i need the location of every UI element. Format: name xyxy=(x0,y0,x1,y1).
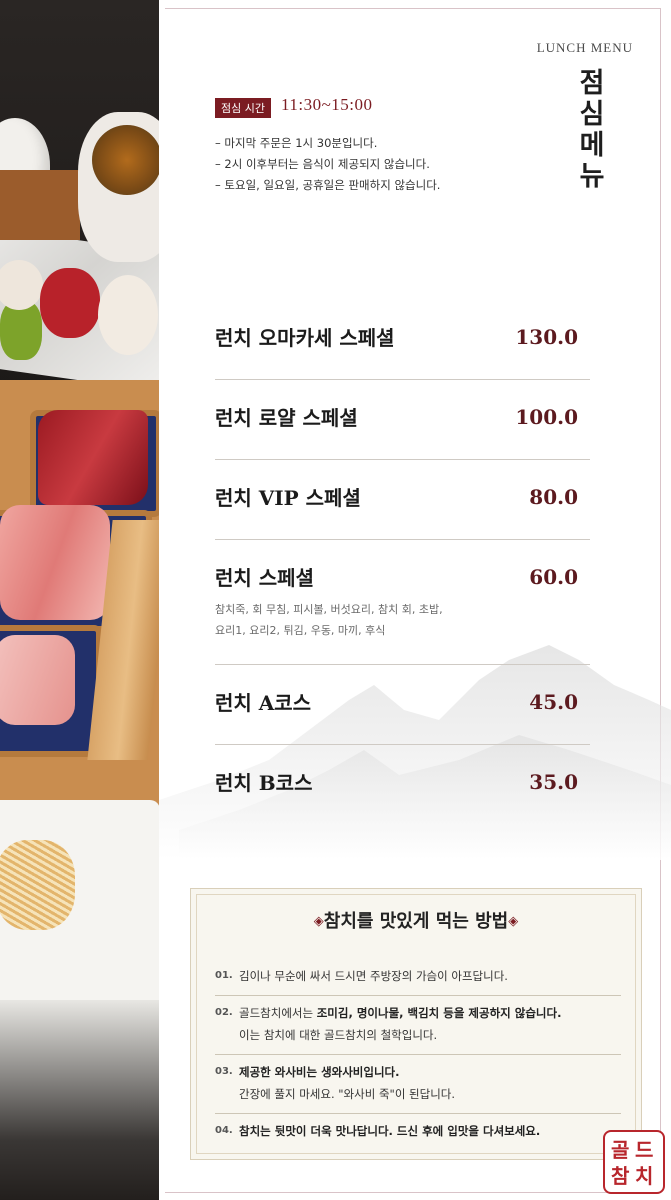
soup xyxy=(92,125,159,195)
menu-panel: LUNCH MENU 점 심 메 뉴 점심 시간 11:30~15:00 – 마… xyxy=(159,0,671,1200)
menu-item-price: 130.0 xyxy=(515,324,578,349)
tuna-sushi xyxy=(40,268,100,338)
menu-item[interactable]: 런치 오마카세 스페셜 130.0 xyxy=(215,303,590,380)
menu-item-price: 80.0 xyxy=(529,484,578,509)
lunch-notes: – 마지막 주문은 1시 30분입니다. – 2시 이후부터는 음식이 제공되지… xyxy=(215,133,440,196)
sushi-piece xyxy=(98,275,158,355)
description-line: 참치죽, 회 무침, 피시볼, 버섯요리, 참치 회, 초밥, xyxy=(215,603,443,616)
tip-item: 04. 참치는 뒷맛이 더욱 맛나답니다. 드신 후에 입맛을 다셔보세요. xyxy=(215,1114,621,1150)
menu-item[interactable]: 런치 로얄 스페셜 100.0 xyxy=(215,380,590,460)
menu-item[interactable]: 런치 B코스 35.0 xyxy=(215,745,590,824)
menu-item[interactable]: 런치 VIP 스페셜 80.0 xyxy=(215,460,590,540)
lunch-time: 11:30~15:00 xyxy=(281,95,373,114)
radish-garnish xyxy=(0,840,75,930)
tips-list: 01. 김이나 무순에 싸서 드시면 주방장의 가슴이 아프답니다. 02. 골… xyxy=(215,959,621,1150)
title-char: 뉴 xyxy=(579,161,605,192)
tips-title: ◈참치를 맛있게 먹는 방법◈ xyxy=(191,907,641,933)
menu-list: 런치 오마카세 스페셜 130.0 런치 로얄 스페셜 100.0 런치 VIP… xyxy=(215,303,590,824)
gold-tuna-logo-stamp: 골 드 참 치 xyxy=(603,1130,665,1194)
tip-number: 02. xyxy=(215,1007,233,1018)
tip-text: 김이나 무순에 싸서 드시면 주방장의 가슴이 아프답니다. xyxy=(239,969,508,983)
tip-item: 02. 골드참치에서는 조미김, 명이나물, 백김치 등을 제공하지 않습니다.… xyxy=(215,996,621,1055)
menu-item-name: 런치 B코스 xyxy=(215,771,313,795)
description-line: 요리1, 요리2, 튀김, 우동, 마끼, 후식 xyxy=(215,624,386,637)
tuna-slices xyxy=(0,635,75,725)
note-line: – 2시 이후부터는 음식이 제공되지 않습니다. xyxy=(215,157,430,171)
red-tuna-slices xyxy=(38,410,148,505)
eating-tips-box: ◈참치를 맛있게 먹는 방법◈ 01. 김이나 무순에 싸서 드시면 주방장의 … xyxy=(190,888,642,1160)
note-line: – 토요일, 일요일, 공휴일은 판매하지 않습니다. xyxy=(215,178,441,192)
menu-item-name: 런치 오마카세 스페셜 xyxy=(215,326,395,350)
stamp-char: 참 xyxy=(611,1164,630,1188)
tip-emphasis: 조미김, 명이나물, 백김치 등을 제공하지 않습니다. xyxy=(316,1006,562,1020)
tip-number: 03. xyxy=(215,1066,233,1077)
tip-number: 04. xyxy=(215,1125,233,1136)
tip-number: 01. xyxy=(215,970,233,981)
lunch-time-badge: 점심 시간 xyxy=(215,98,271,118)
tip-emphasis: 참치는 뒷맛이 더욱 맛나답니다. 드신 후에 입맛을 다셔보세요. xyxy=(239,1124,541,1138)
menu-item[interactable]: 런치 A코스 45.0 xyxy=(215,665,590,745)
title-char: 점 xyxy=(579,68,605,99)
stamp-char: 드 xyxy=(635,1138,654,1162)
menu-item-price: 60.0 xyxy=(529,564,578,589)
tip-emphasis: 제공한 와사비는 생와사비입니다. xyxy=(239,1065,400,1079)
menu-item-name: 런치 A코스 xyxy=(215,691,312,715)
food-photo xyxy=(0,0,159,1200)
title-char: 심 xyxy=(579,99,605,130)
tip-text: 이는 참치에 대한 골드참치의 철학입니다. xyxy=(239,1028,438,1042)
menu-item[interactable]: 런치 스페셜 60.0 참치죽, 회 무침, 피시볼, 버섯요리, 참치 회, … xyxy=(215,540,590,665)
tips-title-text: 참치를 맛있게 먹는 방법 xyxy=(323,911,509,932)
menu-item-name: 런치 VIP 스페셜 xyxy=(215,486,361,510)
title-char: 메 xyxy=(579,130,605,161)
tip-text: 골드참치에서는 xyxy=(239,1006,317,1020)
lunch-menu-english: LUNCH MENU xyxy=(536,40,633,55)
lunch-menu-title: 점 심 메 뉴 xyxy=(577,68,607,192)
dark-plate xyxy=(0,1000,159,1200)
ornament-icon: ◈ xyxy=(508,914,519,929)
menu-item-name: 런치 로얄 스페셜 xyxy=(215,406,358,430)
menu-item-price: 35.0 xyxy=(529,769,578,794)
menu-item-price: 45.0 xyxy=(529,689,578,714)
menu-item-description: 참치죽, 회 무침, 피시볼, 버섯요리, 참치 회, 초밥, 요리1, 요리2… xyxy=(215,599,590,641)
tip-item: 01. 김이나 무순에 싸서 드시면 주방장의 가슴이 아프답니다. xyxy=(215,959,621,996)
stamp-char: 치 xyxy=(635,1164,654,1188)
tip-text: 간장에 풀지 마세요. "와사비 죽"이 된답니다. xyxy=(239,1087,456,1101)
fatty-tuna-slices xyxy=(0,505,110,620)
note-line: – 마지막 주문은 1시 30분입니다. xyxy=(215,136,378,150)
wooden-tray xyxy=(0,170,80,240)
menu-item-name: 런치 스페셜 xyxy=(215,566,314,590)
ornament-icon: ◈ xyxy=(313,914,324,929)
menu-item-price: 100.0 xyxy=(515,404,578,429)
stamp-char: 골 xyxy=(611,1138,630,1162)
tip-item: 03. 제공한 와사비는 생와사비입니다. 간장에 풀지 마세요. "와사비 죽… xyxy=(215,1055,621,1114)
